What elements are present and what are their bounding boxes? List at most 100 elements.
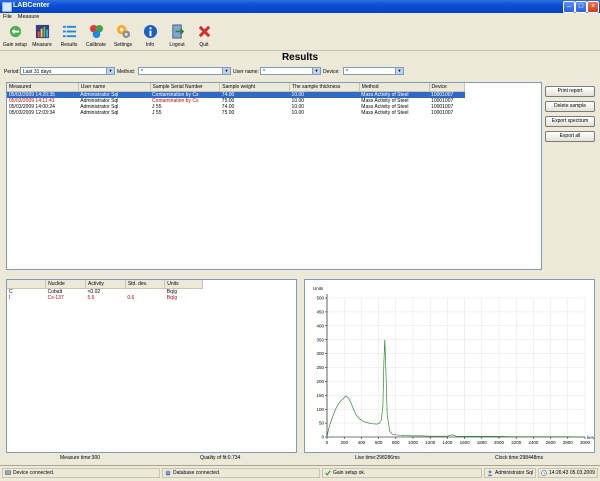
period-select[interactable]: Last 31 days ▼ — [20, 67, 115, 75]
x-tick-label: 2600 — [546, 440, 557, 445]
settings-label: Settings — [113, 42, 133, 48]
close-button[interactable]: × — [587, 1, 599, 13]
database-icon — [165, 470, 171, 476]
cell-device: 10001007 — [431, 110, 454, 116]
app-icon — [2, 2, 12, 12]
quality-of-fit: Quality of fit:0.734 — [200, 455, 241, 461]
minimize-button[interactable]: – — [563, 1, 575, 13]
x-tick-label: 1400 — [442, 440, 453, 445]
user-name-select[interactable]: * ▼ — [260, 67, 321, 75]
nuclide-flag: I — [9, 295, 11, 301]
toolbar: Gain setup Measure Results Calibrate Set… — [0, 22, 600, 51]
column-header-method[interactable]: Method — [359, 83, 430, 92]
logout-button[interactable]: Logout — [164, 23, 190, 49]
x-tick-label: 600 — [375, 440, 383, 445]
x-tick-label: 1000 — [408, 440, 419, 445]
user-name-label: User name: — [233, 69, 259, 75]
column-header-thickness[interactable]: The sample thickness — [289, 83, 360, 92]
maximize-button[interactable]: □ — [575, 1, 587, 13]
menu-file[interactable]: File — [0, 13, 15, 21]
x-tick-label: 2200 — [511, 440, 522, 445]
y-tick-label: 350 — [316, 337, 324, 342]
nuclide-header-row: Nuclide Activity Std. dev. Units — [7, 280, 203, 289]
export-all-button[interactable]: Export all — [545, 131, 595, 142]
column-header-units[interactable]: Units — [164, 280, 203, 289]
y-tick-label: 400 — [316, 323, 324, 328]
calibrate-label: Calibrate — [85, 42, 106, 48]
cell-thickness: 10.00 — [291, 110, 305, 116]
status-datetime-text: 14:26:43 05.03.2009 — [549, 470, 595, 476]
column-header-std-dev[interactable]: Std. dev. — [125, 280, 166, 289]
measure-time: Measure time:300 — [60, 455, 101, 461]
column-header-flag[interactable] — [7, 280, 47, 289]
column-header-sample-weight[interactable]: Sample weight — [219, 83, 291, 92]
table-row[interactable]: 05/03/2009 12:03:34 Administrator Sql J … — [7, 110, 465, 116]
y-tick-label: 250 — [316, 365, 324, 370]
device-select[interactable]: * ▼ — [343, 67, 404, 75]
nuclide-name: Cs-137 — [47, 295, 64, 301]
cell-method: Mass Activity of Steel — [361, 110, 409, 116]
measure-icon — [35, 24, 49, 39]
quit-button[interactable]: Quit — [191, 23, 217, 49]
calibrate-button[interactable]: Calibrate — [83, 23, 109, 49]
chevron-down-icon: ▼ — [312, 68, 320, 74]
status-database: Database connected. — [162, 468, 320, 478]
user-icon — [487, 470, 493, 476]
x-tick-label: 1800 — [477, 440, 488, 445]
x-tick-label: 400 — [358, 440, 366, 445]
column-header-user-name[interactable]: User name — [78, 83, 151, 92]
column-header-device[interactable]: Device — [429, 83, 466, 92]
results-button[interactable]: Results — [56, 23, 82, 49]
results-table: Measured User name Sample Serial Number … — [7, 83, 466, 116]
menu-measure[interactable]: Measure — [15, 13, 42, 21]
device-label: Device: — [323, 69, 340, 75]
print-report-button[interactable]: Print report — [545, 86, 595, 97]
y-tick-label: 450 — [316, 310, 324, 315]
measure-label: Measure — [32, 42, 52, 48]
x-tick-label: 2800 — [563, 440, 574, 445]
status-device: Device connected. — [2, 468, 160, 478]
measure-button[interactable]: Measure — [29, 23, 55, 49]
clock-icon — [541, 470, 547, 476]
y-tick-label: 50 — [319, 421, 325, 426]
live-time: Live time:298286ms — [355, 455, 400, 461]
period-value: Last 31 days — [23, 69, 52, 75]
info-button[interactable]: Info — [137, 23, 163, 49]
gain-setup-button[interactable]: Gain setup — [2, 23, 28, 49]
gain-setup-label: Gain setup — [2, 42, 28, 48]
results-header-row: Measured User name Sample Serial Number … — [7, 83, 466, 92]
settings-icon — [116, 24, 130, 39]
x-tick-label: 2000 — [494, 440, 505, 445]
checkmark-icon — [325, 470, 331, 476]
spectrum-chart[interactable]: 0 50 100 150 200 250 300 350 400 450 500 0 200 400 600… — [305, 280, 595, 452]
cell-user-name: Administrator Sql — [80, 110, 119, 116]
delete-sample-button[interactable]: Delete sample — [545, 101, 595, 112]
status-user-text: Administrator Sql — [495, 470, 534, 476]
info-label: Info — [145, 42, 155, 48]
list-item[interactable]: I Cs-137 5.6 0.6 Bq/g — [7, 295, 203, 301]
y-tick-label: 300 — [316, 351, 324, 356]
export-spectrum-button[interactable]: Export spectrum — [545, 116, 595, 127]
column-header-measured[interactable]: Measured — [7, 83, 79, 92]
period-label: Period: — [4, 69, 20, 75]
y-tick-label: 200 — [316, 379, 324, 384]
column-header-activity[interactable]: Activity — [85, 280, 126, 289]
quit-label: Quit — [199, 42, 209, 48]
cell-measured: 05/03/2009 12:03:34 — [9, 110, 55, 116]
user-name-value: * — [263, 69, 265, 75]
column-header-nuclide[interactable]: Nuclide — [45, 280, 86, 289]
nuclide-units: Bq/g — [166, 295, 178, 301]
results-label: Results — [60, 42, 78, 48]
y-tick-label: 500 — [316, 296, 324, 301]
spectrum-chart-panel: 0 50 100 150 200 250 300 350 400 450 500 0 200 400 600… — [304, 279, 595, 453]
method-select[interactable]: * ▼ — [138, 67, 231, 75]
x-tick-label: 800 — [392, 440, 400, 445]
spectrum-series-line — [326, 339, 586, 438]
status-database-text: Database connected. — [173, 470, 221, 476]
column-header-sample-serial[interactable]: Sample Serial Number — [150, 83, 221, 92]
results-icon — [62, 25, 76, 38]
logout-icon — [171, 24, 184, 39]
settings-button[interactable]: Settings — [110, 23, 136, 49]
title-bar: LABCenter – □ × — [0, 0, 600, 13]
cell-serial: J 55 — [152, 110, 162, 116]
